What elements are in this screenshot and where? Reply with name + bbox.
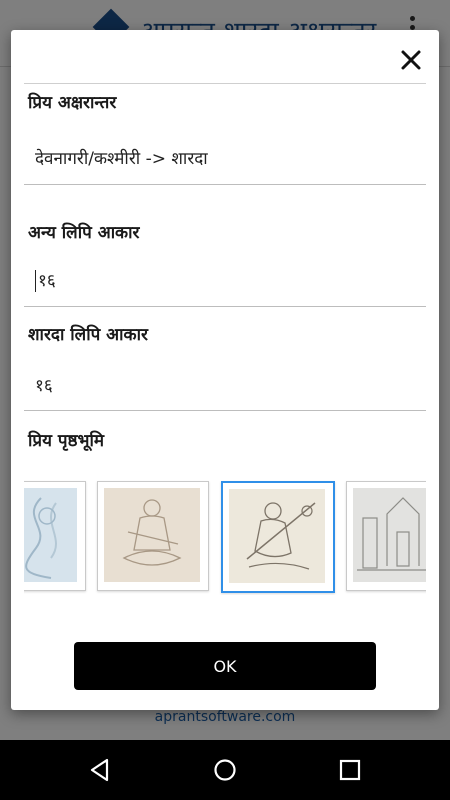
home-icon [214,759,236,781]
back-icon [90,758,109,782]
sharada-size-input[interactable]: १६ [35,373,53,396]
temple-ruins-sketch-image [353,488,426,582]
divider [24,410,426,411]
divider [24,306,426,307]
recents-icon [339,759,361,781]
other-script-size-input[interactable]: १६ [35,268,56,292]
goddess-veena-sketch-image [229,489,325,583]
goddess-lotus-sketch-image [104,488,200,582]
header-divider [24,83,426,84]
settings-dialog: प्रिय अक्षरान्तर देवनागरी/कश्मीरी -> शार… [11,30,439,710]
blue-sketch-image [24,488,77,582]
system-navigation-bar [0,740,450,800]
close-icon [401,50,421,70]
recents-button[interactable] [335,755,365,785]
home-button[interactable] [210,755,240,785]
close-button[interactable] [395,44,427,76]
transliteration-label: प्रिय अक्षरान्तर [28,93,117,113]
back-button[interactable] [85,755,115,785]
background-thumbnail-temple-ruins[interactable] [346,481,426,591]
background-thumbnail-strip[interactable] [24,479,426,595]
background-thumbnail-goddess-veena[interactable] [221,481,335,593]
transliteration-select[interactable]: देवनागरी/कश्मीरी -> शारदा [35,146,208,169]
other-script-size-value: १६ [38,271,56,291]
background-thumbnail-goddess-lotus[interactable] [97,481,209,591]
background-label: प्रिय पृष्ठभूमि [28,431,105,451]
ok-button[interactable]: OK [74,642,376,690]
sharada-size-label: शारदा लिपि आकार [28,325,148,345]
other-script-size-label: अन्य लिपि आकार [28,223,140,243]
text-cursor [35,270,36,292]
background-thumbnail-blue-sketch[interactable] [24,481,86,591]
divider [24,184,426,185]
